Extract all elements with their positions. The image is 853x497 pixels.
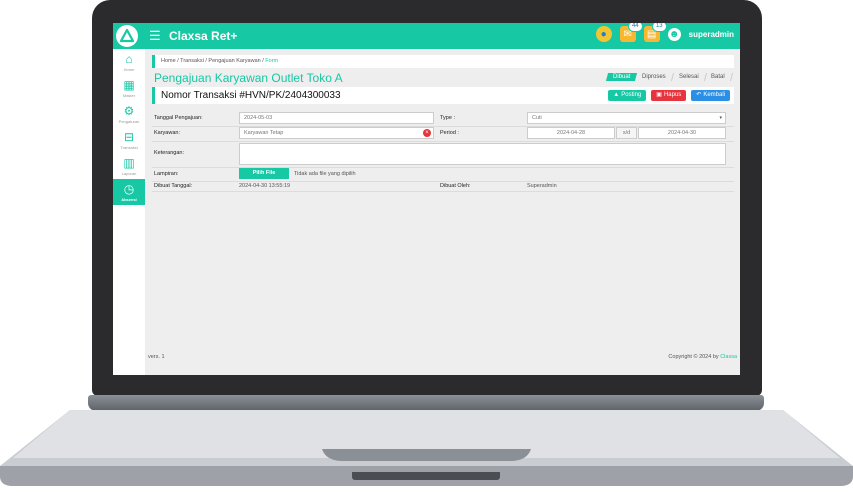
mail-icon[interactable]: ✉ 44 bbox=[619, 23, 643, 42]
breadcrumb-separator: / bbox=[205, 58, 207, 64]
user-avatar-icon[interactable]: ☻ bbox=[667, 27, 681, 41]
form-row: Lampiran: Pilih File Tidak ada file yang… bbox=[152, 167, 734, 182]
shop-icon[interactable]: ● bbox=[595, 26, 612, 42]
sidebar-item-master[interactable]: ▦ Master bbox=[113, 75, 145, 101]
tanggal-label: Tanggal Pengajuan: bbox=[154, 115, 203, 121]
dibuat-oleh-label: Dibuat Oleh: bbox=[440, 183, 471, 189]
keterangan-textarea[interactable] bbox=[239, 143, 726, 165]
hapus-button[interactable]: ▣ Hapus bbox=[651, 90, 687, 101]
basket-icon: ⊟ bbox=[123, 129, 135, 144]
hamburger-menu-icon[interactable]: ☰ bbox=[149, 29, 161, 42]
lampiran-label: Lampiran: bbox=[154, 171, 179, 177]
file-status: Tidak ada file yang dipilih bbox=[294, 171, 356, 177]
chevron-down-icon: ▾ bbox=[719, 115, 722, 121]
breadcrumb-current: Form bbox=[265, 58, 279, 64]
status-step-dibuat: Dibuat bbox=[605, 73, 638, 81]
sidebar-item-laporan[interactable]: ▥ Laporan bbox=[113, 153, 145, 179]
breadcrumb-home[interactable]: Home bbox=[161, 58, 176, 64]
breadcrumb: Home / Transaksi / Pengajuan Karyawan / … bbox=[152, 55, 734, 68]
clear-icon[interactable]: × bbox=[423, 129, 431, 137]
copyright-text: Copyright © 2024 by Claxsa bbox=[668, 354, 737, 360]
page-title: Pengajuan Karyawan Outlet Toko A bbox=[154, 71, 343, 85]
breadcrumb-separator: / bbox=[177, 58, 179, 64]
breadcrumb-transaksi[interactable]: Transaksi bbox=[180, 58, 204, 64]
app-screen: ☰ Claxsa Ret+ ● ✉ 44 ▤ 13 ☻ superadmin ⌂ Ho… bbox=[113, 23, 740, 375]
kembali-button[interactable]: ↶ Kembali bbox=[691, 90, 730, 101]
sidebar-item-transaksi[interactable]: ⊟ Transaksi bbox=[113, 127, 145, 153]
warning-icon: ▲ bbox=[613, 92, 620, 98]
transaction-header: Nomor Transaksi #HVN/PK/2404300033 ▲ Post… bbox=[152, 87, 734, 104]
status-step-batal: Batal bbox=[704, 73, 734, 81]
notification-badge: 13 bbox=[651, 23, 667, 32]
mail-badge: 44 bbox=[627, 23, 643, 32]
clock-icon: ◷ bbox=[123, 181, 135, 196]
periode-label: Period : bbox=[440, 130, 459, 136]
version-text: vers. 1 bbox=[148, 354, 165, 360]
status-step-selesai: Selesai bbox=[671, 73, 707, 81]
form-row: Karyawan: Karyawan Tetap × Period : 2024-… bbox=[152, 126, 734, 142]
sidebar-item-home[interactable]: ⌂ Home bbox=[113, 49, 145, 75]
form-row: Keterangan: bbox=[152, 141, 734, 168]
back-arrow-icon: ↶ bbox=[696, 92, 702, 98]
grid-icon: ▦ bbox=[123, 77, 135, 92]
home-icon: ⌂ bbox=[125, 51, 133, 66]
transaction-number: Nomor Transaksi #HVN/PK/2404300033 bbox=[161, 90, 341, 101]
app-logo-icon[interactable] bbox=[116, 25, 138, 47]
periode-from-input[interactable]: 2024-04-28 bbox=[527, 127, 615, 139]
karyawan-select[interactable]: Karyawan Tetap × bbox=[239, 127, 434, 139]
laptop-hinge bbox=[88, 395, 764, 411]
status-step-diproses: Diproses bbox=[634, 73, 674, 81]
dibuat-tanggal-label: Dibuat Tanggal: bbox=[154, 183, 193, 189]
username[interactable]: superadmin bbox=[689, 30, 734, 39]
sidebar-item-pengaturan[interactable]: ⚙ Pengaturan bbox=[113, 101, 145, 127]
choose-file-button[interactable]: Pilih File bbox=[239, 168, 289, 179]
sidebar: ⌂ Home ▦ Master ⚙ Pengaturan ⊟ Transaksi ▥ La… bbox=[113, 49, 146, 375]
gears-icon: ⚙ bbox=[123, 103, 135, 118]
dibuat-tanggal-value: 2024-04-30 13:55:19 bbox=[239, 183, 291, 189]
app-title: Claxsa Ret+ bbox=[169, 29, 238, 43]
posting-button[interactable]: ▲ Posting bbox=[608, 90, 647, 101]
laptop-base bbox=[0, 410, 853, 486]
type-label: Type : bbox=[440, 115, 455, 121]
periode-separator: s/d bbox=[616, 127, 637, 139]
main-content: Home / Transaksi / Pengajuan Karyawan / … bbox=[145, 49, 740, 375]
periode-to-input[interactable]: 2024-04-30 bbox=[638, 127, 726, 139]
notification-icon[interactable]: ▤ 13 bbox=[643, 23, 667, 42]
topbar: ☰ Claxsa Ret+ ● ✉ 44 ▤ 13 ☻ superadmin bbox=[113, 23, 740, 49]
status-steps: Dibuat Diproses Selesai Batal bbox=[605, 73, 734, 81]
breadcrumb-separator: / bbox=[262, 58, 264, 64]
breadcrumb-pengajuan[interactable]: Pengajuan Karyawan bbox=[208, 58, 260, 64]
form-row: Tanggal Pengajuan: 2024-05-03 Type : Cut… bbox=[152, 111, 734, 127]
karyawan-label: Karyawan: bbox=[154, 130, 180, 136]
type-select[interactable]: Cuti ▾ bbox=[527, 112, 726, 124]
tanggal-input[interactable]: 2024-05-03 bbox=[239, 112, 434, 124]
trash-icon: ▣ bbox=[656, 92, 662, 98]
brand-link[interactable]: Claxsa bbox=[720, 354, 737, 360]
laptop-foot bbox=[352, 472, 500, 480]
bar-chart-icon: ▥ bbox=[123, 155, 135, 170]
form-row: Dibuat Tanggal: 2024-04-30 13:55:19 Dibu… bbox=[152, 181, 734, 192]
dibuat-oleh-value: Superadmin bbox=[527, 183, 557, 189]
sidebar-item-absensi[interactable]: ◷ Absensi bbox=[113, 179, 145, 205]
keterangan-label: Keterangan: bbox=[154, 150, 184, 156]
